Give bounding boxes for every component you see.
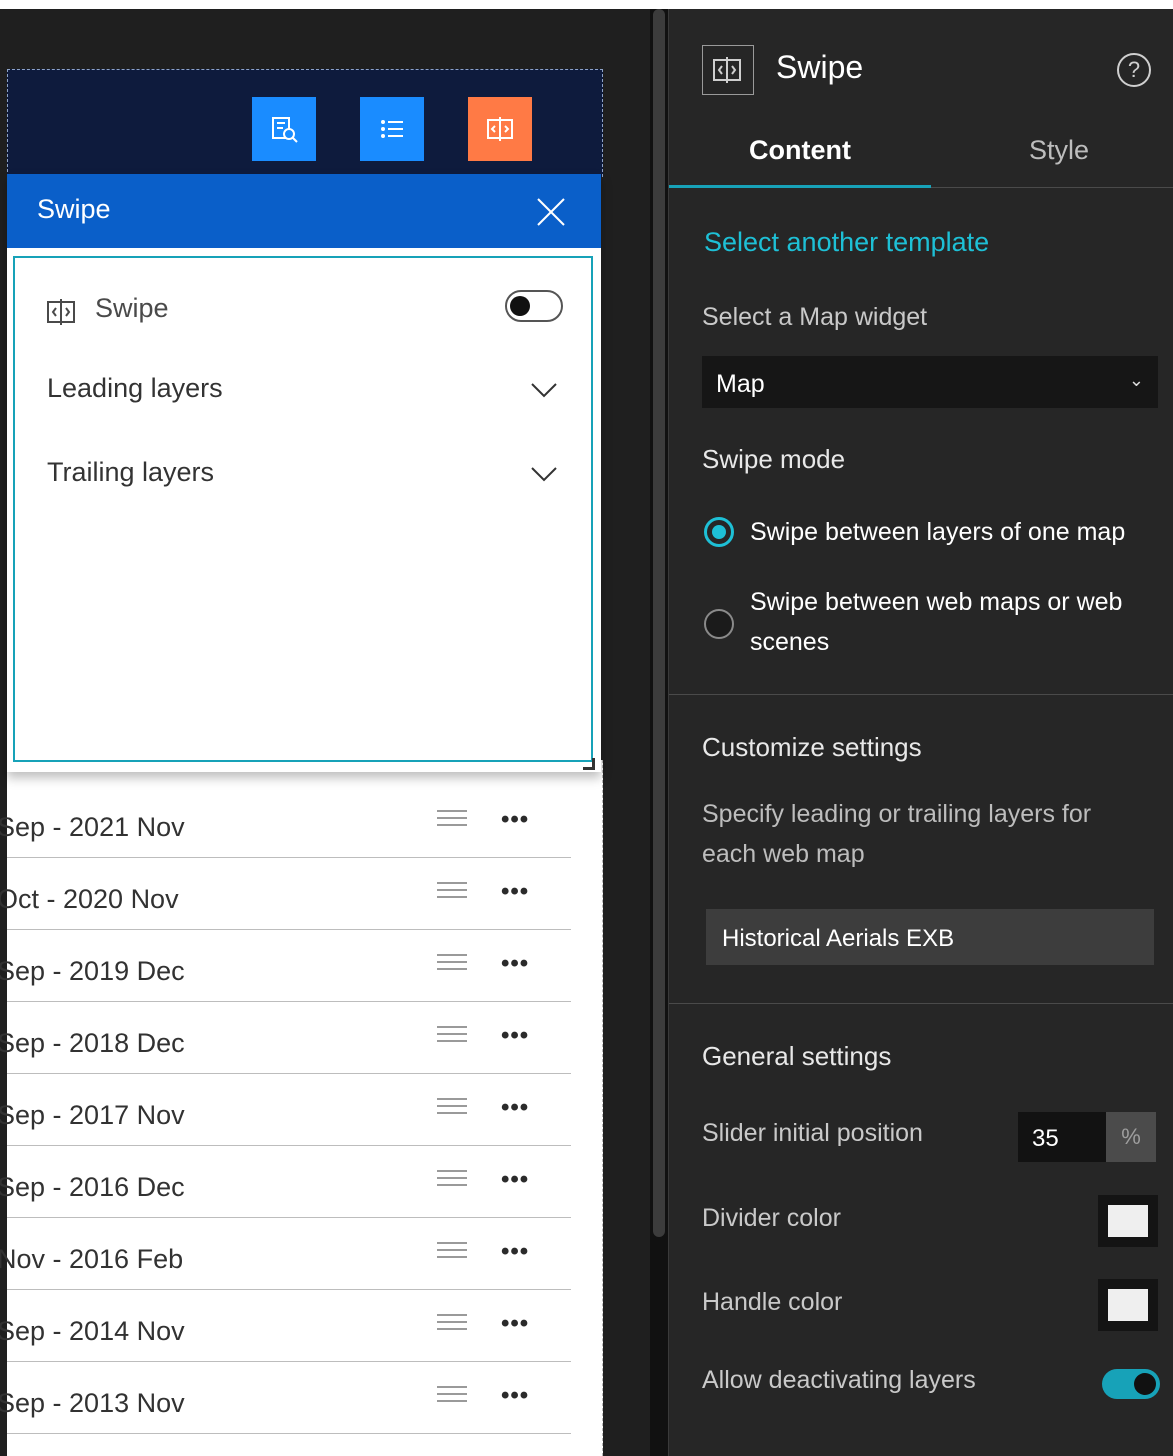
drag-handle-icon[interactable] xyxy=(437,1386,467,1406)
slider-position-input[interactable]: 35 xyxy=(1018,1112,1106,1162)
select-template-link[interactable]: Select another template xyxy=(704,227,989,258)
layer-list-button[interactable] xyxy=(360,97,424,161)
handle-color-picker[interactable] xyxy=(1098,1279,1158,1331)
top-window-edge xyxy=(0,0,1173,9)
chevron-down-icon[interactable] xyxy=(529,464,559,484)
map-widget-value: Map xyxy=(716,370,765,398)
section-divider xyxy=(669,1003,1173,1004)
section-divider xyxy=(669,694,1173,695)
chevron-down-icon: ⌄ xyxy=(1128,370,1144,390)
layer-label: Sep - 2018 Dec xyxy=(0,1028,185,1058)
drag-handle-icon[interactable] xyxy=(437,1026,467,1046)
layer-label: Sep - 2021 Nov xyxy=(0,812,185,842)
divider-color-picker[interactable] xyxy=(1098,1195,1158,1247)
list-item[interactable]: Nov - 2016 Feb ••• xyxy=(0,1218,571,1290)
panel-title: Swipe xyxy=(776,49,864,85)
drag-handle-icon[interactable] xyxy=(437,1242,467,1262)
drag-handle-icon[interactable] xyxy=(437,810,467,830)
layer-label: Sep - 2017 Nov xyxy=(0,1100,185,1130)
more-options-icon[interactable]: ••• xyxy=(501,1310,529,1338)
search-list-icon xyxy=(272,117,298,143)
swipe-mode-label: Swipe mode xyxy=(702,444,846,474)
resize-handle[interactable] xyxy=(583,758,595,770)
layer-label: Nov - 2016 Feb xyxy=(0,1244,184,1274)
list-item[interactable]: Sep - 2013 Nov ••• xyxy=(0,1362,571,1434)
customize-title: Customize settings xyxy=(702,732,922,762)
layer-label: Sep - 2016 Dec xyxy=(0,1172,185,1202)
drag-handle-icon[interactable] xyxy=(437,1170,467,1190)
more-options-icon[interactable]: ••• xyxy=(501,806,529,834)
radio-one-map-label[interactable]: Swipe between layers of one map xyxy=(750,512,1170,552)
swipe-widget-panel: Swipe Swipe Leading layers Trailing laye… xyxy=(7,174,601,772)
list-item[interactable]: Sep - 2014 Nov ••• xyxy=(0,1290,571,1362)
swipe-icon xyxy=(702,45,754,95)
swipe-icon xyxy=(487,117,513,141)
layer-label: Sep - 2014 Nov xyxy=(0,1316,185,1346)
list-item[interactable]: Sep - 2019 Dec ••• xyxy=(0,930,571,1002)
chevron-down-icon[interactable] xyxy=(529,380,559,400)
customize-description: Specify leading or trailing layers for e… xyxy=(702,800,1092,868)
active-tab-indicator xyxy=(669,185,931,188)
layer-label: Sep - 2019 Dec xyxy=(0,956,185,986)
more-options-icon[interactable]: ••• xyxy=(501,1382,529,1410)
tab-content[interactable]: Content xyxy=(749,135,851,166)
canvas-scrollbar[interactable] xyxy=(653,9,665,1237)
swipe-widget-title: Swipe xyxy=(37,194,111,224)
more-options-icon[interactable]: ••• xyxy=(501,1166,529,1194)
app-header-bar[interactable] xyxy=(7,69,603,177)
swipe-widget-header: Swipe xyxy=(7,174,601,248)
more-options-icon[interactable]: ••• xyxy=(501,1022,529,1050)
drag-handle-icon[interactable] xyxy=(437,1098,467,1118)
tab-style[interactable]: Style xyxy=(1029,135,1089,166)
list-item[interactable]: Sep - 2017 Nov ••• xyxy=(0,1074,571,1146)
divider-color-label: Divider color xyxy=(702,1204,841,1232)
percent-unit: % xyxy=(1106,1112,1156,1162)
list-icon xyxy=(381,120,403,138)
web-map-item[interactable]: Historical Aerials EXB xyxy=(706,909,1154,965)
more-options-icon[interactable]: ••• xyxy=(501,1238,529,1266)
list-item[interactable]: Sep - 2018 Dec ••• xyxy=(0,1002,571,1074)
map-widget-label: Select a Map widget xyxy=(702,303,928,331)
trailing-layers-label[interactable]: Trailing layers xyxy=(47,457,214,488)
list-item[interactable]: Sep - 2021 Nov ••• xyxy=(0,786,571,858)
more-options-icon[interactable]: ••• xyxy=(501,950,529,978)
drag-handle-icon[interactable] xyxy=(437,882,467,902)
allow-deactivating-label: Allow deactivating layers xyxy=(702,1366,976,1394)
radio-web-maps-label[interactable]: Swipe between web maps or web scenes xyxy=(750,582,1170,662)
drag-handle-icon[interactable] xyxy=(437,954,467,974)
help-icon[interactable]: ? xyxy=(1117,53,1151,87)
handle-color-label: Handle color xyxy=(702,1288,843,1316)
general-title: General settings xyxy=(702,1041,892,1071)
map-widget-select[interactable]: Map ⌄ xyxy=(702,356,1158,408)
list-item[interactable]: Oct - 2020 Nov ••• xyxy=(0,858,571,930)
layer-label: Sep - 2013 Nov xyxy=(0,1388,185,1418)
layer-list-panel: Sep - 2021 Nov ••• Oct - 2020 Nov ••• Se… xyxy=(0,760,603,1456)
layer-label: Oct - 2020 Nov xyxy=(0,884,179,914)
settings-panel: Swipe ? Content Style Select another tem… xyxy=(668,9,1173,1456)
drag-handle-icon[interactable] xyxy=(437,1314,467,1334)
swipe-toggle[interactable] xyxy=(505,290,563,322)
swipe-toggle-label: Swipe xyxy=(95,293,169,323)
radio-one-map[interactable] xyxy=(704,517,734,547)
swipe-widget-body: Swipe Leading layers Trailing layers xyxy=(13,256,593,762)
slider-position-label: Slider initial position xyxy=(702,1119,923,1147)
search-list-button[interactable] xyxy=(252,97,316,161)
more-options-icon[interactable]: ••• xyxy=(501,1094,529,1122)
allow-deactivating-toggle[interactable] xyxy=(1102,1369,1160,1399)
more-options-icon[interactable]: ••• xyxy=(501,878,529,906)
swipe-icon xyxy=(47,299,75,325)
close-icon[interactable] xyxy=(535,196,567,228)
leading-layers-label[interactable]: Leading layers xyxy=(47,373,223,404)
list-item[interactable]: Sep - 2016 Dec ••• xyxy=(0,1146,571,1218)
swipe-widget-button[interactable] xyxy=(468,97,532,161)
radio-web-maps[interactable] xyxy=(704,609,734,639)
